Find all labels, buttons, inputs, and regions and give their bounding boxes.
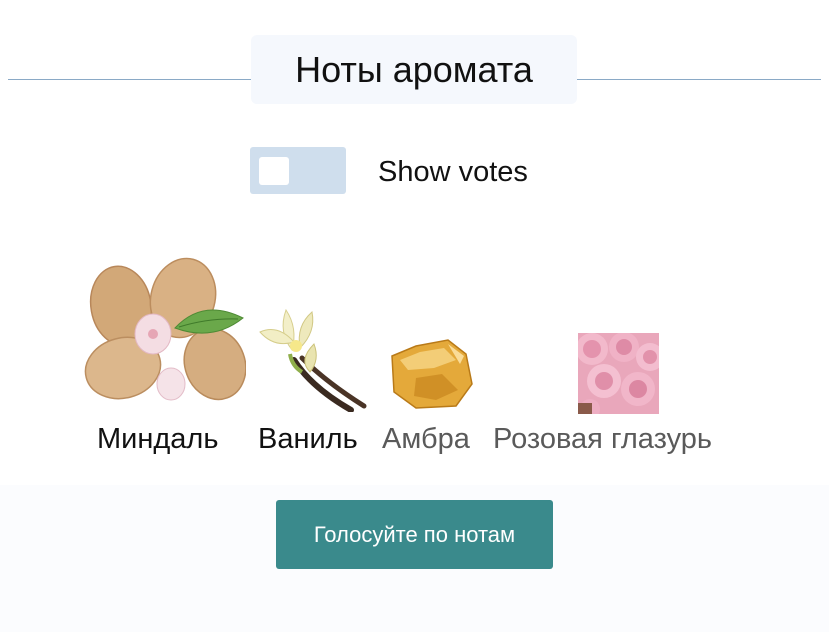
show-votes-label: Show votes	[378, 156, 528, 188]
section-divider-left	[8, 79, 252, 80]
note-label-almond[interactable]: Миндаль	[97, 420, 218, 458]
note-label-amber[interactable]: Амбра	[382, 420, 470, 458]
vote-notes-button[interactable]: Голосуйте по нотам	[276, 500, 553, 569]
show-votes-toggle[interactable]	[250, 147, 346, 194]
amber-image[interactable]	[386, 334, 474, 412]
pink-frosting-image[interactable]	[578, 333, 659, 414]
section-divider-right	[577, 79, 821, 80]
almond-image[interactable]	[83, 256, 246, 411]
section-title: Ноты аромата	[251, 35, 577, 104]
toggle-knob	[259, 157, 289, 185]
notes-card: Ноты аромата Show votes Миндаль Ваниль А…	[0, 0, 829, 485]
note-label-vanilla[interactable]: Ваниль	[258, 420, 358, 458]
vanilla-image[interactable]	[256, 302, 370, 412]
note-label-pink-frosting[interactable]: Розовая глазурь	[493, 420, 712, 458]
